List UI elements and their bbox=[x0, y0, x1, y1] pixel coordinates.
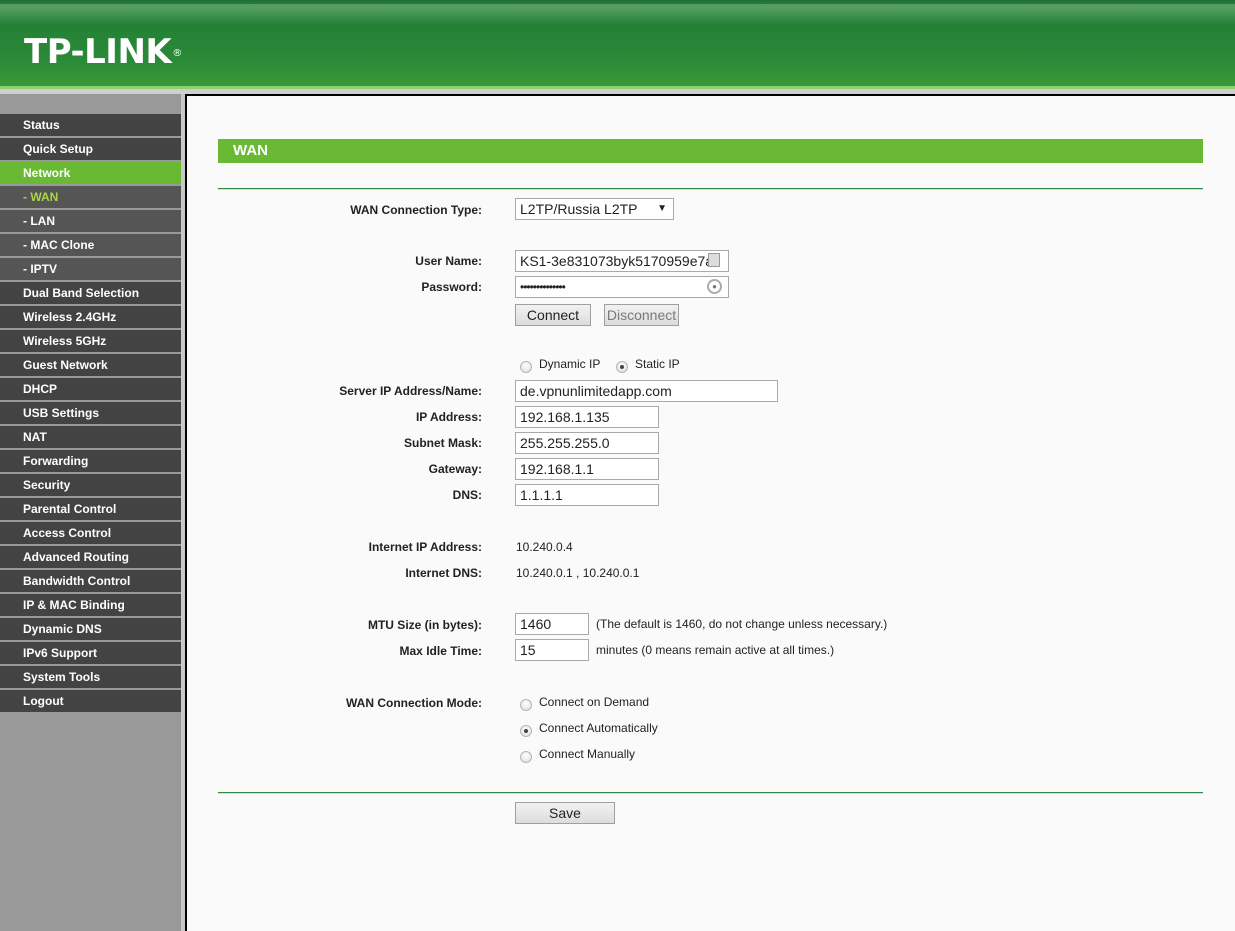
static-ip-label: Static IP bbox=[635, 357, 680, 371]
sidebar-item-iptv[interactable]: - IPTV bbox=[0, 258, 181, 280]
disconnect-button[interactable]: Disconnect bbox=[604, 304, 679, 326]
sidebar-item-bandwidth-control[interactable]: Bandwidth Control bbox=[0, 570, 181, 592]
connect-automatically-label: Connect Automatically bbox=[539, 721, 658, 735]
divider-top bbox=[218, 188, 1203, 190]
sidebar-item-system-tools[interactable]: System Tools bbox=[0, 666, 181, 688]
sidebar-item-guest-network[interactable]: Guest Network bbox=[0, 354, 181, 376]
sidebar-item-network[interactable]: Network bbox=[0, 162, 181, 184]
sidebar-item-wireless-5ghz[interactable]: Wireless 5GHz bbox=[0, 330, 181, 352]
internet-ip-label: Internet IP Address: bbox=[368, 540, 482, 554]
sidebar-item-access-control[interactable]: Access Control bbox=[0, 522, 181, 544]
password-input[interactable]: •••••••••••••• bbox=[515, 276, 729, 298]
sidebar-item-dhcp[interactable]: DHCP bbox=[0, 378, 181, 400]
max-idle-input[interactable] bbox=[515, 639, 589, 661]
sidebar-item-dual-band-selection[interactable]: Dual Band Selection bbox=[0, 282, 181, 304]
username-input[interactable] bbox=[515, 250, 729, 272]
sidebar-item-logout[interactable]: Logout bbox=[0, 690, 181, 712]
save-button[interactable]: Save bbox=[515, 802, 615, 824]
wan-connection-type-select[interactable]: L2TP/Russia L2TP ▼ bbox=[515, 198, 674, 220]
connect-manually-radio[interactable] bbox=[520, 751, 532, 763]
gateway-label: Gateway: bbox=[428, 462, 482, 476]
tp-link-logo: TP-LINK® bbox=[24, 34, 182, 70]
sidebar-item-status[interactable]: Status bbox=[0, 114, 181, 136]
header-banner: TP-LINK® bbox=[0, 0, 1235, 88]
sidebar-item-security[interactable]: Security bbox=[0, 474, 181, 496]
sidebar-item-parental-control[interactable]: Parental Control bbox=[0, 498, 181, 520]
sidebar-item-wan[interactable]: - WAN bbox=[0, 186, 181, 208]
max-idle-note: minutes (0 means remain active at all ti… bbox=[596, 643, 835, 657]
dynamic-ip-radio[interactable] bbox=[520, 361, 532, 373]
mtu-label: MTU Size (in bytes): bbox=[367, 618, 482, 632]
username-label: User Name: bbox=[415, 254, 482, 268]
gateway-input[interactable] bbox=[515, 458, 659, 480]
connect-manually-label: Connect Manually bbox=[539, 747, 636, 761]
wan-connection-mode-label: WAN Connection Mode: bbox=[346, 696, 482, 710]
server-label: Server IP Address/Name: bbox=[339, 384, 482, 398]
internet-dns-value: 10.240.0.1 , 10.240.0.1 bbox=[516, 566, 640, 580]
internet-ip-value: 10.240.0.4 bbox=[516, 540, 573, 554]
dropdown-arrow-icon: ▼ bbox=[657, 203, 667, 214]
page-title: WAN bbox=[218, 139, 1203, 163]
server-input[interactable] bbox=[515, 380, 778, 402]
max-idle-label: Max Idle Time: bbox=[399, 644, 482, 658]
sidebar-item-ipv6-support[interactable]: IPv6 Support bbox=[0, 642, 181, 664]
wan-connection-type-label: WAN Connection Type: bbox=[350, 203, 482, 217]
connect-on-demand-radio[interactable] bbox=[520, 699, 532, 711]
mtu-note: (The default is 1460, do not change unle… bbox=[596, 617, 888, 631]
banner-gloss bbox=[0, 4, 1235, 24]
password-reveal-icon[interactable]: ● bbox=[707, 279, 722, 294]
dynamic-ip-label: Dynamic IP bbox=[539, 357, 601, 371]
sidebar-item-wireless-2-4ghz[interactable]: Wireless 2.4GHz bbox=[0, 306, 181, 328]
divider-bottom bbox=[218, 792, 1203, 794]
connect-on-demand-label: Connect on Demand bbox=[539, 695, 650, 709]
connect-automatically-radio[interactable] bbox=[520, 725, 532, 737]
sidebar-item-lan[interactable]: - LAN bbox=[0, 210, 181, 232]
ip-address-input[interactable] bbox=[515, 406, 659, 428]
sidebar-item-usb-settings[interactable]: USB Settings bbox=[0, 402, 181, 424]
dns-input[interactable] bbox=[515, 484, 659, 506]
static-ip-radio[interactable] bbox=[616, 361, 628, 373]
sidebar-item-advanced-routing[interactable]: Advanced Routing bbox=[0, 546, 181, 568]
registered-mark: ® bbox=[172, 48, 182, 59]
sidebar-item-forwarding[interactable]: Forwarding bbox=[0, 450, 181, 472]
sidebar-item-nat[interactable]: NAT bbox=[0, 426, 181, 448]
sidebar-item-ip-mac-binding[interactable]: IP & MAC Binding bbox=[0, 594, 181, 616]
wan-connection-type-value: L2TP/Russia L2TP bbox=[520, 201, 638, 217]
password-masked-value: •••••••••••••• bbox=[520, 280, 566, 294]
autofill-key-icon[interactable] bbox=[708, 253, 720, 267]
subnet-mask-label: Subnet Mask: bbox=[403, 436, 482, 450]
sidebar: Status Quick Setup Network - WAN - LAN - MAC … bbox=[0, 94, 181, 931]
password-label: Password: bbox=[421, 280, 482, 294]
sidebar-item-quick-setup[interactable]: Quick Setup bbox=[0, 138, 181, 160]
dns-label: DNS: bbox=[452, 488, 482, 502]
ip-address-label: IP Address: bbox=[415, 410, 482, 424]
connect-button[interactable]: Connect bbox=[515, 304, 591, 326]
mtu-input[interactable] bbox=[515, 613, 589, 635]
sidebar-menu: Status Quick Setup Network - WAN - LAN - MAC … bbox=[0, 114, 181, 714]
logo-text: TP-LINK bbox=[24, 32, 172, 72]
sidebar-item-dynamic-dns[interactable]: Dynamic DNS bbox=[0, 618, 181, 640]
main-content bbox=[187, 96, 1235, 931]
subnet-mask-input[interactable] bbox=[515, 432, 659, 454]
sidebar-item-mac-clone[interactable]: - MAC Clone bbox=[0, 234, 181, 256]
internet-dns-label: Internet DNS: bbox=[405, 566, 482, 580]
